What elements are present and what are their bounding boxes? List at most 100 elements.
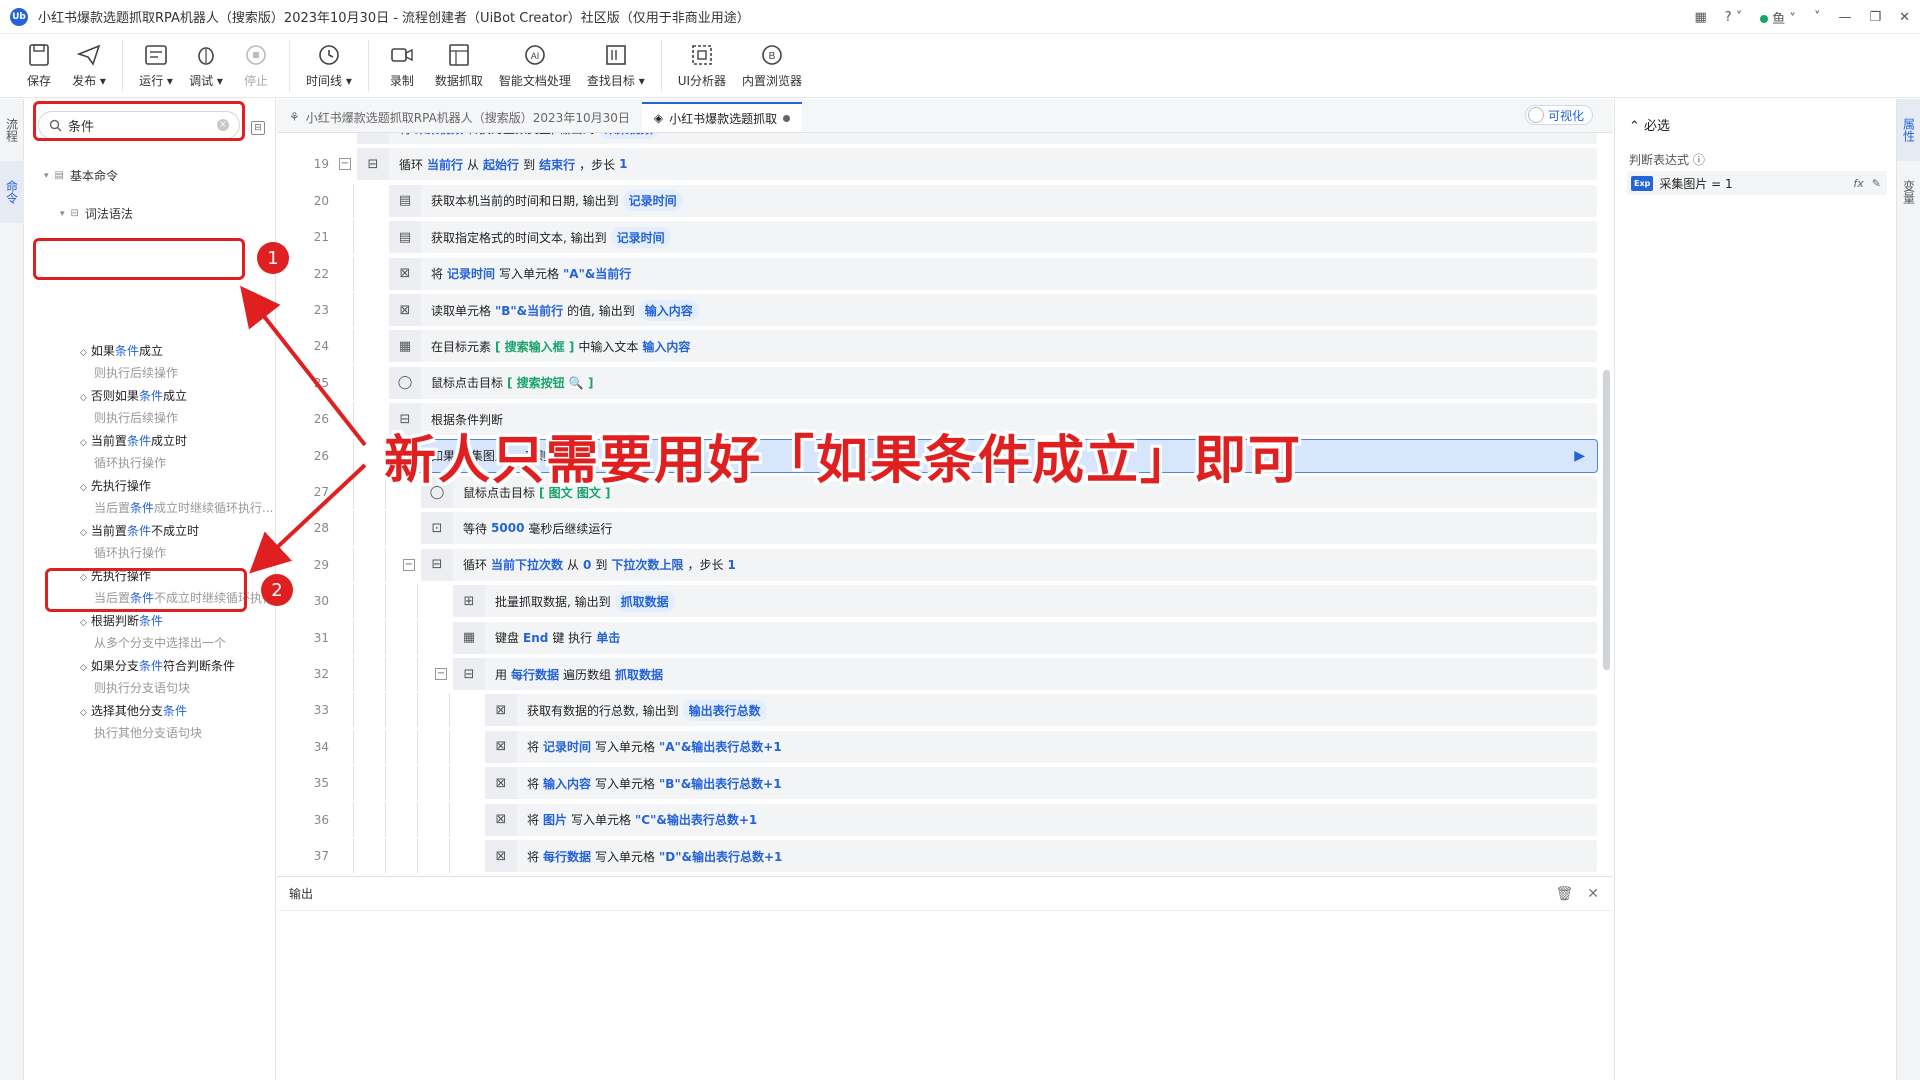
code-line[interactable]: 37 ⊠ 将 每行数据 写入单元格 "D"&输出表行总数+1 [277,839,1607,873]
command-item[interactable]: 如果条件成立则执行后续操作 [80,342,280,381]
command-block[interactable]: ▦ 键盘 End 键 执行 单击 [453,621,1597,654]
expression-field[interactable]: Exp 采集图片 = 1 fx ✎ [1627,171,1887,195]
command-title: 当前置条件成立时 [80,432,280,449]
rail-tab-variables[interactable]: 变量 [1897,161,1920,223]
command-block[interactable]: ⊞ 批量抓取数据, 输出到 抓取数据 [453,585,1597,618]
fold-toggle-icon[interactable]: − [339,158,351,171]
command-type-icon: ⊞ [453,585,485,618]
tree-group[interactable]: ▾ ⊟ 词法语法 [60,205,133,222]
command-block[interactable]: ⊠ 获取有数据的行总数, 输出到 输出表行总数 [485,694,1597,727]
browser-button[interactable]: B 内置浏览器 [734,40,810,92]
publish-button[interactable]: 发布 ▾ [64,40,114,92]
collapse-icon[interactable]: ˅ [1814,10,1821,25]
ui-analyzer-button[interactable]: UI分析器 [670,40,734,92]
run-button[interactable]: 运行 ▾ [131,40,181,92]
code-text: ，步长 [687,558,724,573]
tree-root[interactable]: ▾ ▤ 基本命令 [44,167,118,184]
fx-icon[interactable]: fx [1853,177,1863,190]
code-line[interactable]: 24 ▦ 在目标元素 [ 搜索输入框 ] 中输入文本 输入内容 [277,329,1607,364]
command-block[interactable]: ⊠ 将 图片 写入单元格 "C"&输出表行总数+1 [485,803,1597,836]
rail-tab-properties[interactable]: 属性 [1897,99,1920,161]
code-line[interactable]: 19− ⊟ 循环 当前行 从 起始行 到 结束行 ，步长 1 [277,147,1607,181]
command-item[interactable]: 先执行操作当后置条件成立时继续循环执行... [80,477,280,516]
indent-guide [449,802,450,837]
rail-tab-flow[interactable]: 流程 [0,99,24,161]
code-line[interactable]: 29 − ⊟ 循环 当前下拉次数 从 0 到 下拉次数上限 ，步长 1 [277,547,1607,582]
command-block[interactable]: ⊠ 将 采集视频 转换为整数类型, 输出到 采集视频 [357,133,1597,144]
rail-tab-commands[interactable]: 命令 [0,161,24,223]
code-line[interactable]: 28 ⊡ 等待 5000 毫秒后继续运行 [277,511,1607,546]
command-block[interactable]: ⊠ 将 记录时间 写入单元格 "A"&当前行 [389,257,1597,290]
command-block[interactable]: ⊟ 用 每行数据 遍历数组 抓取数据 [453,658,1597,690]
fold-toggle-icon[interactable]: − [403,558,415,571]
command-block[interactable]: ⊟ 循环 当前行 从 起始行 到 结束行 ，步长 1 [357,148,1597,181]
timeline-button[interactable]: 时间线 ▾ [298,40,360,92]
ai-doc-button[interactable]: AI 智能文档处理 [491,40,579,92]
command-item[interactable]: 当前置条件不成立时循环执行操作 [80,522,280,561]
data-scrape-button[interactable]: 数据抓取 [427,40,491,92]
code-variable: 记录时间 [610,226,671,248]
command-title: 当前置条件不成立时 [80,522,280,539]
code-line[interactable]: 21 ▤ 获取指定格式的时间文本, 输出到 记录时间 [277,220,1607,255]
command-title: 否则如果条件成立 [80,387,280,404]
tab-active-block[interactable]: ◈ 小红书爆款选题抓取 [641,102,803,132]
debug-button[interactable]: 调试 ▾ [181,40,231,92]
edit-icon[interactable]: ✎ [1872,177,1881,190]
command-item[interactable]: 否则如果条件成立则执行后续操作 [80,387,280,426]
command-block[interactable]: ⊡ 等待 5000 毫秒后继续运行 [421,512,1597,545]
editor-scrollbar[interactable] [1603,370,1610,670]
command-block[interactable]: ▤ 获取本机当前的时间和日期, 输出到 记录时间 [389,184,1597,217]
run-from-here-icon[interactable]: ▶ [1574,448,1585,464]
tab-main-flow[interactable]: ⚘ 小红书爆款选题抓取RPA机器人（搜索版）2023年10月30日 [277,102,642,132]
stop-button[interactable]: 停止 [231,40,281,92]
code-line[interactable]: 18 ⊠ 将 采集视频 转换为整数类型, 输出到 采集视频 [277,133,1607,145]
code-line[interactable]: 23 ⊠ 读取单元格 "B"&当前行 的值, 输出到 输入内容 [277,293,1607,327]
collapse-all-icon[interactable]: ⊟ [251,121,265,135]
indent-guide [449,729,450,764]
command-item[interactable]: 选择其他分支条件执行其他分支语句块 [80,702,280,741]
command-block[interactable]: ⊠ 将 每行数据 写入单元格 "D"&输出表行总数+1 [485,840,1597,872]
close-button[interactable]: ✕ [1899,10,1910,25]
code-line[interactable]: 30 ⊞ 批量抓取数据, 输出到 抓取数据 [277,584,1607,619]
code-line[interactable]: 32 − ⊟ 用 每行数据 遍历数组 抓取数据 [277,657,1607,691]
minimize-button[interactable]: — [1838,10,1851,25]
code-line[interactable]: 35 ⊠ 将 输入内容 写入单元格 "B"&输出表行总数+1 [277,766,1607,801]
section-required[interactable]: ⌃ 必选 [1629,115,1670,134]
code-line[interactable]: 33 ⊠ 获取有数据的行总数, 输出到 输出表行总数 [277,693,1607,728]
command-block[interactable]: ⊠ 读取单元格 "B"&当前行 的值, 输出到 输入内容 [389,294,1597,326]
code-variable: 1 [619,157,628,172]
command-block[interactable]: ⊟ 循环 当前下拉次数 从 0 到 下拉次数上限 ，步长 1 [421,548,1597,581]
code-line[interactable]: 20 ▤ 获取本机当前的时间和日期, 输出到 记录时间 [277,183,1607,218]
grid-icon[interactable]: ▦ [1694,10,1706,25]
code-line[interactable]: 22 ⊠ 将 记录时间 写入单元格 "A"&当前行 [277,256,1607,291]
command-block[interactable]: ▤ 获取指定格式的时间文本, 输出到 记录时间 [389,221,1597,254]
command-item[interactable]: 如果分支条件符合判断条件则执行分支语句块 [80,657,280,696]
fold-toggle-icon[interactable]: − [435,668,447,680]
command-type-icon: ▤ [389,221,421,254]
command-description: 执行其他分支语句块 [80,724,280,741]
record-button[interactable]: 录制 [377,40,427,92]
command-block[interactable]: ⊠ 将 记录时间 写入单元格 "A"&输出表行总数+1 [485,730,1597,763]
user-menu[interactable]: 鱼 ˅ [1760,8,1796,27]
visualize-toggle[interactable]: 可视化 [1524,105,1593,125]
help-icon[interactable]: ? ˅ [1725,10,1743,25]
command-item[interactable]: 根据判断条件从多个分支中选择出一个 [80,612,280,651]
code-line[interactable]: 25 ◯ 鼠标点击目标 [ 搜索按钮 🔍 ] [277,365,1607,400]
restore-button[interactable]: ❐ [1869,10,1881,25]
trash-icon[interactable]: 🗑 [1555,886,1573,902]
close-icon[interactable]: ✕ [1587,886,1599,902]
line-number: 34 [313,739,329,754]
save-button[interactable]: 保存 [14,40,64,92]
code-line[interactable]: 31 ▦ 键盘 End 键 执行 单击 [277,620,1607,655]
command-item[interactable]: 当前置条件成立时循环执行操作 [80,432,280,471]
code-line[interactable]: 36 ⊠ 将 图片 写入单元格 "C"&输出表行总数+1 [277,802,1607,837]
code-line[interactable]: 34 ⊠ 将 记录时间 写入单元格 "A"&输出表行总数+1 [277,729,1607,764]
code-variable: "C"&输出表行总数+1 [635,813,758,828]
svg-text:B: B [769,51,776,62]
code-variable: 输出表行总数 [682,699,767,721]
command-block[interactable]: ▦ 在目标元素 [ 搜索输入框 ] 中输入文本 输入内容 [389,330,1597,363]
command-block[interactable]: ◯ 鼠标点击目标 [ 搜索按钮 🔍 ] [389,366,1597,399]
command-block[interactable]: ⊠ 将 输入内容 写入单元格 "B"&输出表行总数+1 [485,767,1597,800]
find-target-button[interactable]: 查找目标 ▾ [579,40,653,92]
toggle-label: 可视化 [1547,108,1584,123]
